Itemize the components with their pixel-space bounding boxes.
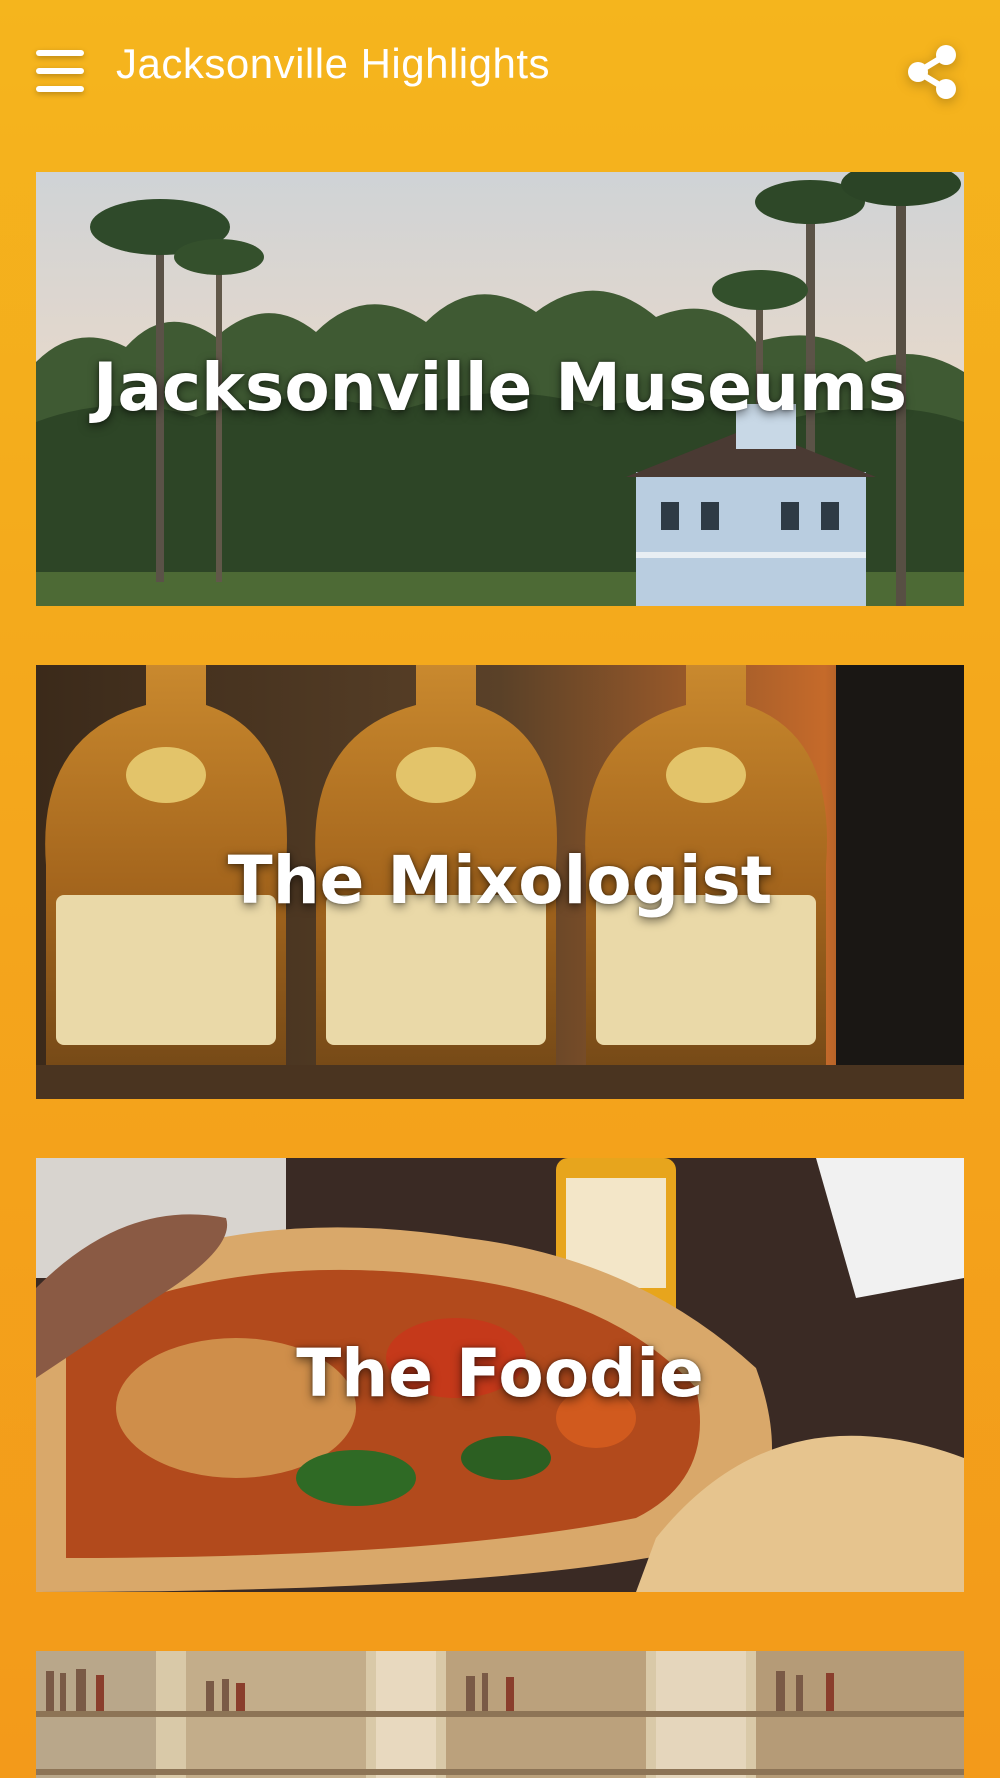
- page-title: Jacksonville Highlights: [116, 40, 551, 87]
- menu-icon[interactable]: [36, 48, 86, 96]
- card-the-foodie[interactable]: The Foodie: [36, 1158, 964, 1592]
- menu-bar-bottom: [36, 86, 84, 92]
- bookstore-shelves-image: [36, 1651, 964, 1778]
- card-the-mixologist[interactable]: The Mixologist: [36, 665, 964, 1099]
- card-title: The Mixologist: [227, 841, 773, 919]
- card-bookstore[interactable]: [36, 1651, 964, 1778]
- share-icon[interactable]: [906, 44, 958, 100]
- app-bar: Jacksonville Highlights: [0, 0, 1000, 140]
- card-title: The Foodie: [296, 1334, 704, 1412]
- menu-bar-top: [36, 50, 84, 56]
- card-jacksonville-museums[interactable]: Jacksonville Museums: [36, 172, 964, 606]
- menu-bar-middle: [36, 68, 84, 74]
- card-title: Jacksonville Museums: [92, 348, 908, 426]
